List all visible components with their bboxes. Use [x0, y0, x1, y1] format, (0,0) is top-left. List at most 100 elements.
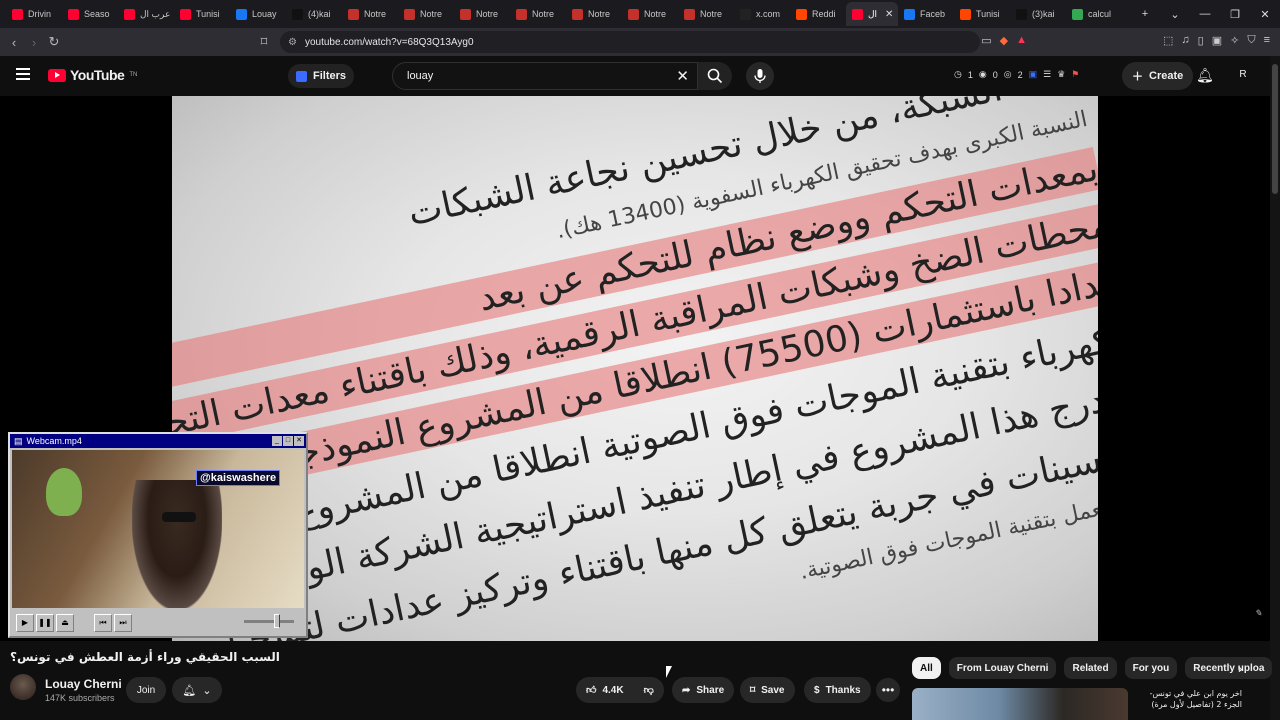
channel-avatar[interactable]: [10, 674, 36, 700]
browser-tab[interactable]: Reddi: [790, 2, 846, 26]
tab-label: عرب ال: [140, 8, 171, 19]
browser-tab[interactable]: Notre: [566, 2, 622, 26]
tab-favicon-icon: [960, 8, 971, 20]
close-window-icon[interactable]: ✕: [1250, 8, 1280, 21]
like-button[interactable]: 👍︎ 4.4K: [576, 677, 634, 703]
tab-favicon-icon: [684, 8, 695, 20]
media-icon[interactable]: ♫: [1181, 34, 1189, 47]
menu-icon[interactable]: ≡: [1264, 34, 1270, 47]
tab-favicon-icon: [292, 8, 303, 20]
browser-tab[interactable]: Notre: [678, 2, 734, 26]
browser-tab[interactable]: Notre: [342, 2, 398, 26]
volume-slider[interactable]: [244, 614, 294, 628]
youtube-logo[interactable]: YouTube TN: [48, 67, 137, 83]
browser-tab[interactable]: calcul: [1066, 2, 1122, 26]
close-icon[interactable]: ✕: [294, 436, 304, 446]
minimize-icon[interactable]: —: [1190, 8, 1220, 20]
cast-icon[interactable]: ▭: [981, 34, 991, 47]
next-icon[interactable]: ⏭: [114, 614, 132, 632]
chip-filter[interactable]: Recently uploa: [1185, 657, 1273, 679]
search-input[interactable]: louay ✕: [392, 62, 698, 90]
clear-search-icon[interactable]: ✕: [676, 67, 689, 85]
wallet-icon[interactable]: ▣: [1212, 34, 1222, 47]
sidebar-icon[interactable]: ▯: [1198, 34, 1204, 47]
back-icon[interactable]: ‹: [4, 35, 24, 50]
save-button[interactable]: ⌑ Save: [740, 677, 795, 703]
site-info-icon[interactable]: ⚙: [288, 37, 297, 48]
video-frame[interactable]: بيات الشبكة، من خلال تحسين نجاعة الشبكات…: [172, 96, 1098, 641]
browser-tab[interactable]: (3)kai: [1010, 2, 1066, 26]
chevron-right-icon[interactable]: ›: [1238, 661, 1242, 676]
browser-tab[interactable]: Tunisi: [954, 2, 1010, 26]
maximize-icon[interactable]: □: [283, 436, 293, 446]
browser-tab[interactable]: Notre: [454, 2, 510, 26]
chip-filter[interactable]: Related: [1064, 657, 1117, 679]
page-scrollbar[interactable]: [1270, 56, 1280, 720]
browser-tab[interactable]: عرب ال: [118, 2, 174, 26]
video-document-text: بيات الشبكة، من خلال تحسين نجاعة الشبكات…: [172, 96, 1098, 641]
search-button[interactable]: [698, 62, 732, 90]
vpn-icon[interactable]: ⛉: [1247, 34, 1255, 47]
browser-tab[interactable]: Notre: [398, 2, 454, 26]
voice-search-button[interactable]: [746, 62, 774, 90]
extension-stats: ◷ 1 ◉ 0 ◎ 2 ▣ ☰ ♛ ⚑: [954, 69, 1079, 80]
play-icon[interactable]: ▶: [16, 614, 34, 632]
notifications-icon[interactable]: 🔔︎: [1196, 67, 1214, 84]
browser-tab[interactable]: Faceb: [898, 2, 954, 26]
browser-tab[interactable]: Louay: [230, 2, 286, 26]
chip-filter[interactable]: For you: [1124, 657, 1178, 679]
browser-tab[interactable]: x.com: [734, 2, 790, 26]
recommended-thumbnail[interactable]: [912, 688, 1128, 720]
dislike-button[interactable]: 👎︎: [633, 677, 664, 703]
chip-filter[interactable]: From Louay Cherni: [948, 657, 1057, 679]
browser-tab[interactable]: Seaso: [62, 2, 118, 26]
browser-tab[interactable]: ال ✕: [846, 2, 898, 26]
join-button[interactable]: Join: [126, 677, 166, 703]
channel-name[interactable]: Louay Cherni: [45, 677, 122, 691]
forward-icon[interactable]: ›: [24, 35, 44, 50]
chip-all[interactable]: All: [912, 657, 941, 679]
create-button[interactable]: ＋ Create: [1122, 62, 1194, 90]
extension-icon[interactable]: ▣: [1029, 69, 1038, 80]
reload-icon[interactable]: ↻: [44, 34, 64, 50]
like-dislike-group: 👍︎ 4.4K 👎︎: [576, 677, 664, 703]
tab-list-icon[interactable]: ⌄: [1160, 8, 1190, 21]
subscribe-notify-button[interactable]: 🔔︎ ⌄: [172, 677, 222, 703]
scrollbar-thumb[interactable]: [1272, 64, 1278, 194]
thanks-button[interactable]: $ Thanks: [804, 677, 871, 703]
alert-icon[interactable]: ⚑: [1071, 69, 1079, 80]
restore-icon[interactable]: ❐: [1220, 8, 1250, 21]
browser-tab[interactable]: (4)kai: [286, 2, 342, 26]
previous-icon[interactable]: ⏮: [94, 614, 112, 632]
browser-tab[interactable]: Tunisi: [174, 2, 230, 26]
webcam-title-bar[interactable]: ▤ Webcam.mp4 _ □ ✕: [10, 434, 306, 448]
address-bar[interactable]: ⚙ youtube.com/watch?v=68Q3Q13Ayg0: [280, 31, 980, 53]
tab-label: Louay: [252, 9, 277, 19]
slider-thumb[interactable]: [274, 614, 280, 628]
extensions-icon[interactable]: ⬚: [1163, 34, 1173, 47]
minimize-icon[interactable]: _: [272, 436, 282, 446]
webcam-window[interactable]: ▤ Webcam.mp4 _ □ ✕ @kaiswashere ▶ ❚❚ ⏏ ⏮…: [8, 432, 308, 638]
tab-label: (3)kai: [1032, 9, 1055, 19]
browser-tab[interactable]: Notre: [510, 2, 566, 26]
filters-button[interactable]: Filters: [288, 64, 355, 88]
leo-icon[interactable]: ✧: [1230, 34, 1239, 47]
rewards-icon[interactable]: ▲: [1016, 34, 1027, 47]
more-actions-button[interactable]: •••: [876, 678, 900, 702]
brave-shield-icon[interactable]: ◆: [1000, 34, 1008, 47]
trophy-icon[interactable]: ♛: [1057, 69, 1065, 80]
recommended-title[interactable]: اخر يوم ابن علي في تونس- الجزء 2 (تفاصيل…: [1132, 688, 1242, 710]
eject-icon[interactable]: ⏏: [56, 614, 74, 632]
share-button[interactable]: ➦ Share: [672, 677, 735, 703]
search-value: louay: [407, 70, 434, 82]
close-tab-icon[interactable]: ✕: [885, 9, 893, 20]
pause-icon[interactable]: ❚❚: [36, 614, 54, 632]
browser-tab[interactable]: Notre: [622, 2, 678, 26]
list-icon[interactable]: ☰: [1043, 69, 1051, 80]
logo-country: TN: [129, 72, 138, 78]
bookmark-icon[interactable]: ⌑: [254, 34, 274, 50]
menu-icon[interactable]: [16, 68, 30, 80]
account-avatar[interactable]: R: [1232, 64, 1254, 86]
new-tab-icon[interactable]: +: [1130, 8, 1160, 20]
browser-tab[interactable]: Drivin: [6, 2, 62, 26]
